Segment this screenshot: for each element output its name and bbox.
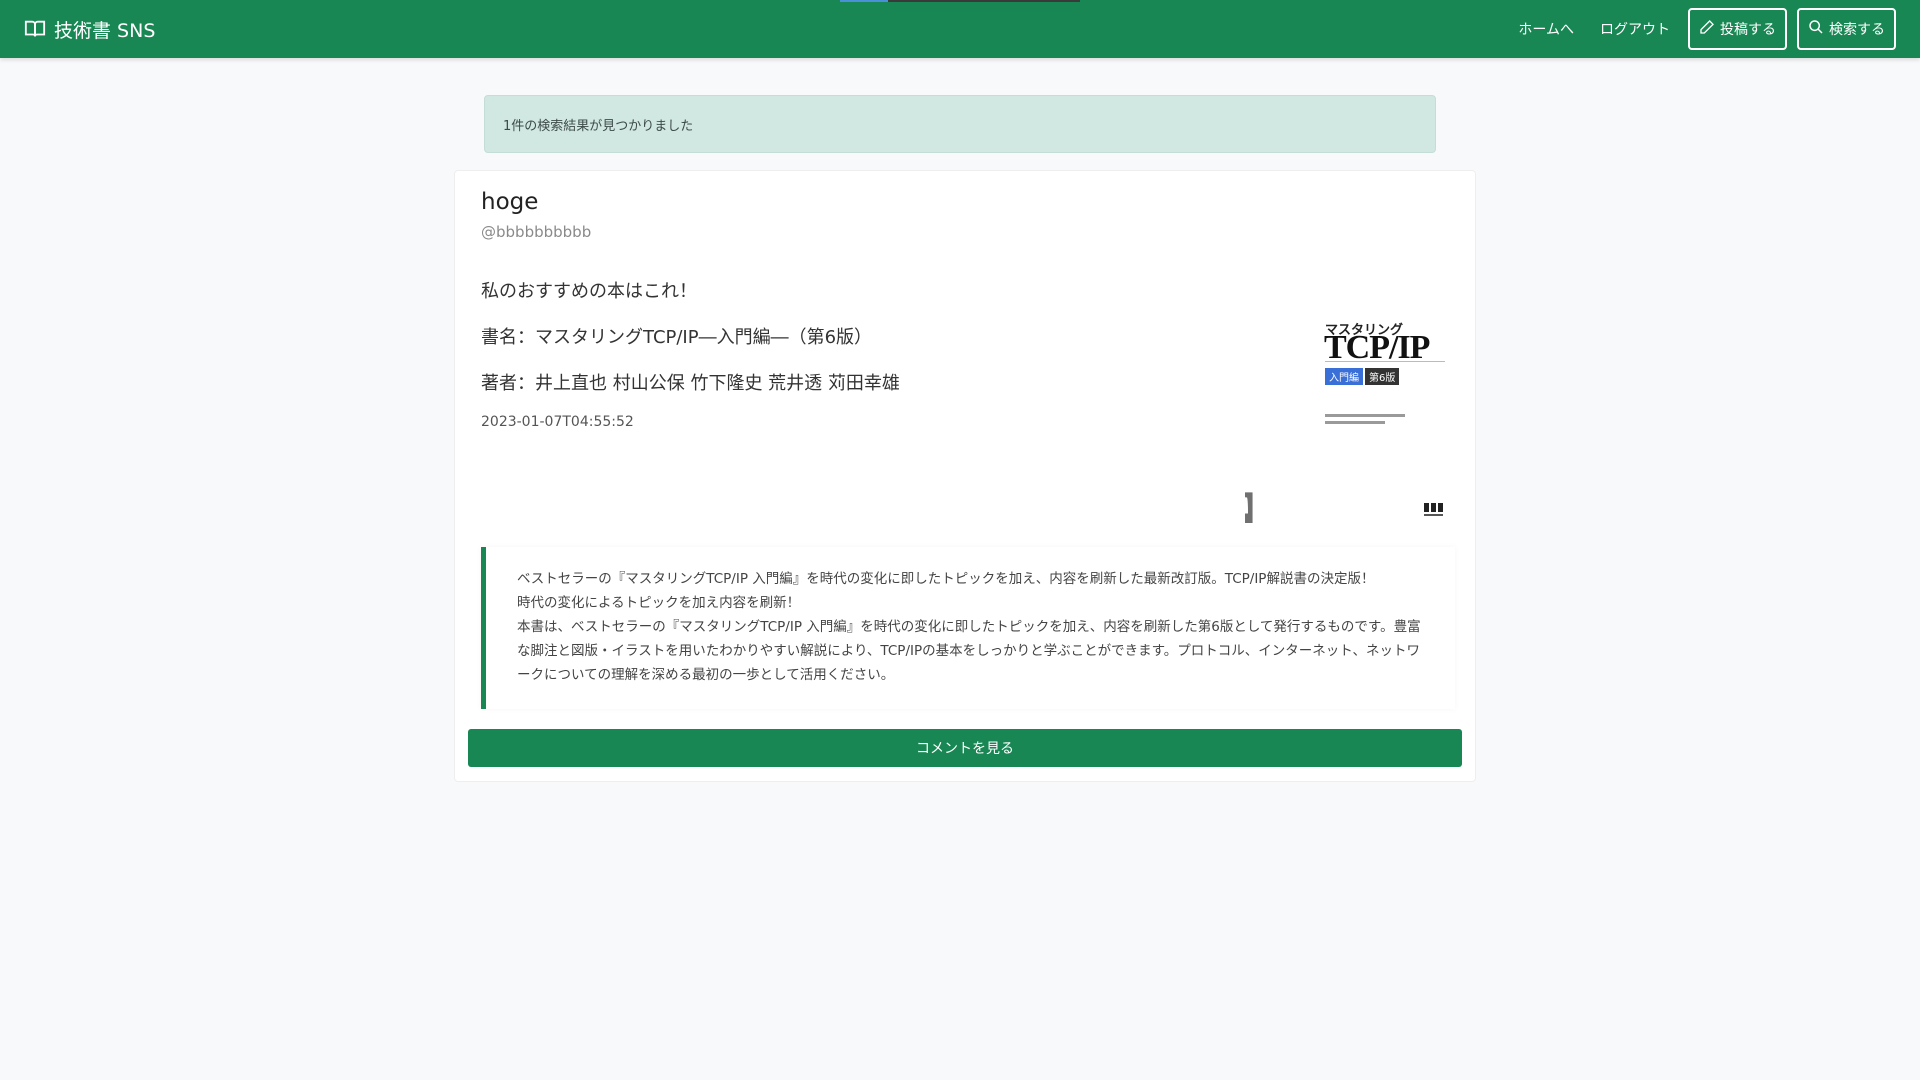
brand-label: 技術書 SNS [54,19,156,42]
book-title: 書名：マスタリングTCP/IP―入門編―（第6版） [481,327,873,348]
cover-author-lines [1325,414,1405,428]
book-authors: 著者：井上直也 村山公保 竹下隆史 荒井透 苅田幸雄 [481,373,900,394]
view-comments-label: コメントを見る [916,741,1014,757]
search-button[interactable]: 検索する [1797,8,1896,50]
view-comments-button[interactable]: コメントを見る [468,729,1462,767]
nav-menu: ホームへ ログアウト 投稿する 検索する [1510,8,1896,50]
book-icon [24,18,46,40]
cover-edition-badge: 入門編 [1325,368,1363,385]
search-button-label: 検索する [1829,22,1885,38]
publisher-logo [1423,500,1445,521]
cover-version-badge: 第6版 [1365,368,1400,385]
book-cover-image: TCP/IP マスタリング TCP/IP 入門編 第6版 [1245,241,1445,523]
description-paragraph: 時代の変化によるトピックを加え内容を刷新！ [517,595,801,611]
cover-vertical-text: TCP/IP [1245,491,1272,523]
post-button[interactable]: 投稿する [1688,8,1787,50]
loading-indicator [840,0,1080,2]
book-description: ベストセラーの『マスタリングTCP/IP 入門編』を時代の変化に即したトピックを… [481,547,1455,709]
home-link[interactable]: ホームへ [1510,13,1582,45]
brand-link[interactable]: 技術書 SNS [24,16,155,43]
post-card: hoge @bbbbbbbbbb 私のおすすめの本はこれ！ 書名：マスタリングT… [454,170,1476,782]
cover-rule [1325,361,1445,362]
search-result-alert: 1件の検索結果が見つかりました [484,95,1436,153]
post-date: 2023-01-07T04:55:52 [481,414,634,430]
description-paragraph: ベストセラーの『マスタリングTCP/IP 入門編』を時代の変化に即したトピックを… [517,571,1375,587]
logout-link[interactable]: ログアウト [1592,13,1678,45]
search-result-message: 1件の検索結果が見つかりました [503,118,694,134]
navbar: 技術書 SNS ホームへ ログアウト 投稿する 検索する [0,0,1920,58]
pencil-icon [1699,19,1715,39]
post-message: 私のおすすめの本はこれ！ [481,281,697,302]
description-paragraph: 本書は、ベストセラーの『マスタリングTCP/IP 入門編』を時代の変化に即したト… [517,619,1421,683]
search-icon [1808,19,1824,39]
user-name[interactable]: hoge [481,189,538,215]
post-button-label: 投稿する [1720,22,1776,38]
user-handle: @bbbbbbbbbb [481,223,592,241]
